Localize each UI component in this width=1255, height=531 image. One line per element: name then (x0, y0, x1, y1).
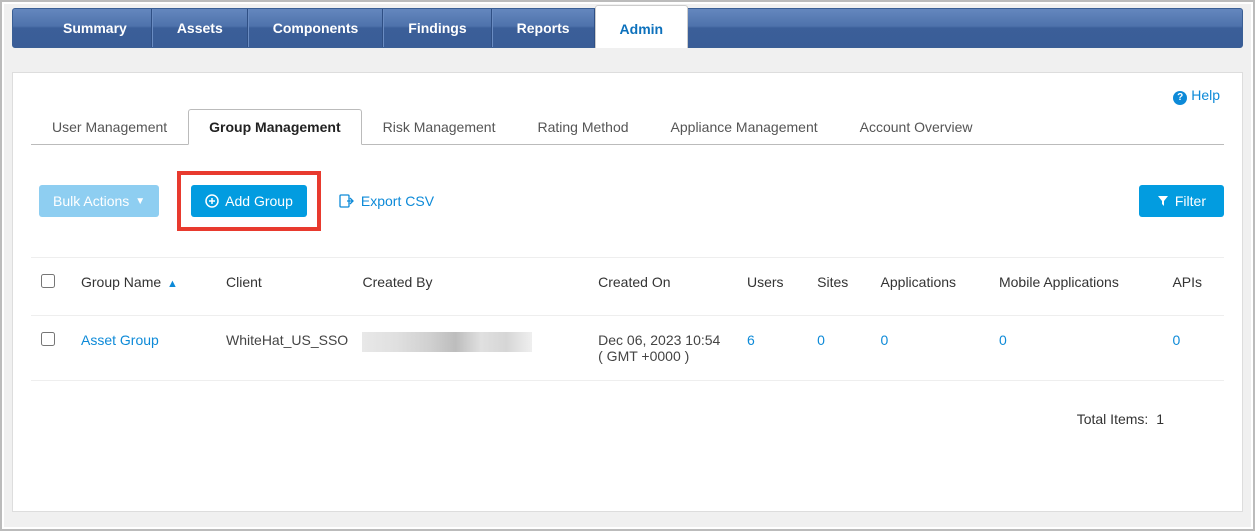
cell-sites-link[interactable]: 0 (817, 332, 825, 348)
col-created-on[interactable]: Created On (588, 258, 737, 316)
nav-label: Assets (177, 20, 223, 36)
row-checkbox[interactable] (41, 332, 55, 346)
cell-users-link[interactable]: 6 (747, 332, 755, 348)
tab-group-management[interactable]: Group Management (188, 109, 361, 145)
col-created-by[interactable]: Created By (352, 258, 588, 316)
nav-assets[interactable]: Assets (152, 9, 248, 47)
col-label: Applications (881, 274, 957, 290)
tab-account-overview[interactable]: Account Overview (839, 109, 994, 145)
bulk-actions-label: Bulk Actions (53, 193, 129, 209)
subtabs: User Management Group Management Risk Ma… (31, 109, 1224, 145)
tab-rating-method[interactable]: Rating Method (516, 109, 649, 145)
col-mobile-applications[interactable]: Mobile Applications (989, 258, 1162, 316)
tab-label: Risk Management (383, 119, 496, 135)
total-items: Total Items: 1 (31, 381, 1224, 437)
tab-label: User Management (52, 119, 167, 135)
cell-applications-link[interactable]: 0 (881, 332, 889, 348)
nav-components[interactable]: Components (248, 9, 384, 47)
filter-label: Filter (1175, 193, 1206, 209)
groups-table: Group Name ▲ Client Created By Created O… (31, 257, 1224, 381)
content-card: ? Help User Management Group Management R… (12, 72, 1243, 512)
nav-findings[interactable]: Findings (383, 9, 491, 47)
col-label: Mobile Applications (999, 274, 1119, 290)
tab-label: Account Overview (860, 119, 973, 135)
col-group-name[interactable]: Group Name ▲ (71, 258, 216, 316)
tab-label: Group Management (209, 119, 340, 135)
cell-apis-link[interactable]: 0 (1172, 332, 1180, 348)
col-label: Client (226, 274, 262, 290)
export-icon (339, 194, 355, 208)
nav-summary[interactable]: Summary (13, 9, 152, 47)
plus-circle-icon (205, 194, 219, 208)
help-icon: ? (1173, 91, 1187, 105)
select-all-checkbox[interactable] (41, 274, 55, 288)
col-client[interactable]: Client (216, 258, 352, 316)
nav-label: Admin (620, 21, 664, 37)
col-label: APIs (1172, 274, 1202, 290)
nav-label: Reports (517, 20, 570, 36)
cell-created-by-redacted (362, 332, 532, 352)
total-value: 1 (1156, 411, 1164, 427)
sort-asc-icon: ▲ (167, 278, 178, 290)
add-group-highlight: Add Group (177, 171, 321, 231)
tab-user-management[interactable]: User Management (31, 109, 188, 145)
tab-appliance-management[interactable]: Appliance Management (650, 109, 839, 145)
col-sites[interactable]: Sites (807, 258, 870, 316)
col-label: Group Name (81, 274, 161, 290)
cell-client: WhiteHat_US_SSO (226, 332, 348, 348)
tab-risk-management[interactable]: Risk Management (362, 109, 517, 145)
export-csv-label: Export CSV (361, 193, 434, 209)
col-apis[interactable]: APIs (1162, 258, 1224, 316)
col-users[interactable]: Users (737, 258, 807, 316)
caret-down-icon: ▼ (135, 196, 145, 207)
add-group-button[interactable]: Add Group (191, 185, 307, 217)
col-applications[interactable]: Applications (871, 258, 989, 316)
nav-label: Components (273, 20, 359, 36)
nav-reports[interactable]: Reports (492, 9, 595, 47)
toolbar: Bulk Actions ▼ Add Group Export CSV Filt… (31, 145, 1224, 257)
nav-admin[interactable]: Admin (595, 5, 689, 48)
nav-label: Summary (63, 20, 127, 36)
tab-label: Rating Method (537, 119, 628, 135)
col-label: Created By (362, 274, 432, 290)
top-nav: Summary Assets Components Findings Repor… (12, 8, 1243, 48)
export-csv-link[interactable]: Export CSV (339, 193, 434, 209)
help-label: Help (1191, 87, 1220, 103)
tab-label: Appliance Management (671, 119, 818, 135)
filter-icon (1157, 195, 1169, 207)
filter-button[interactable]: Filter (1139, 185, 1224, 217)
cell-mobile-applications-link[interactable]: 0 (999, 332, 1007, 348)
nav-label: Findings (408, 20, 466, 36)
group-name-link[interactable]: Asset Group (81, 332, 159, 348)
col-label: Created On (598, 274, 670, 290)
col-label: Sites (817, 274, 848, 290)
total-label: Total Items: (1077, 411, 1149, 427)
add-group-label: Add Group (225, 193, 293, 209)
cell-created-on: Dec 06, 2023 10:54 ( GMT +0000 ) (598, 332, 720, 364)
help-link[interactable]: ? Help (1173, 87, 1220, 103)
table-row: Asset Group WhiteHat_US_SSO Dec 06, 2023… (31, 316, 1224, 381)
bulk-actions-button[interactable]: Bulk Actions ▼ (39, 185, 159, 217)
col-label: Users (747, 274, 784, 290)
